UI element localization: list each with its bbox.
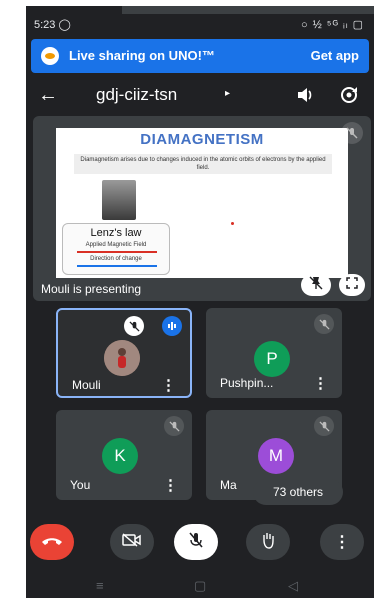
avatar: P [254, 341, 290, 377]
participant-tile[interactable]: Mouli ⋮ [56, 308, 192, 398]
direction-label: Direction of change [90, 256, 142, 262]
slide-title: DIAMAGNETISM [140, 131, 264, 148]
participant-name: Pushpin... [220, 376, 274, 390]
lenz-law-title: Lenz's law [90, 227, 142, 239]
caret-right-icon[interactable]: ▸ [225, 88, 230, 99]
live-sharing-banner[interactable]: Live sharing on UNO!™ Get app [31, 39, 369, 73]
more-options-button[interactable]: ⋮ [320, 524, 364, 560]
applied-field-arrow [77, 251, 157, 253]
pin-off-icon [309, 276, 323, 295]
banner-text: Live sharing on UNO!™ [69, 48, 215, 63]
camera-off-icon [122, 532, 142, 552]
more-options-icon[interactable]: ⋮ [313, 374, 328, 392]
presentation-stage[interactable]: DIAMAGNETISM Diamagnetism arises due to … [33, 116, 371, 301]
mic-off-icon [341, 122, 363, 144]
phone-screen: 5:23 ◯ ○ ½ ⁵ᴳ ᵢₗ ▢ Live sharing on UNO!™… [26, 6, 374, 598]
whatsapp-icon: ◯ [58, 19, 71, 31]
home-icon[interactable]: ▢ [194, 578, 206, 594]
participant-name: Ma [220, 478, 237, 492]
meeting-header: ← gdj-ciiz-tsn ▸ [26, 76, 374, 116]
pointer-dot [231, 222, 234, 225]
mic-off-icon [314, 314, 334, 334]
status-time: 5:23 ◯ [34, 19, 71, 31]
mic-off-icon [164, 416, 184, 436]
meeting-code[interactable]: gdj-ciiz-tsn [96, 85, 177, 105]
fullscreen-button[interactable] [339, 274, 365, 296]
others-count-chip[interactable]: 73 others [253, 479, 343, 505]
unpin-button[interactable] [301, 274, 331, 296]
direction-arrow [77, 265, 157, 267]
avatar: K [102, 438, 138, 474]
get-app-button[interactable]: Get app [311, 48, 359, 63]
participant-tile[interactable]: P Pushpin... ⋮ [206, 308, 342, 398]
speaking-indicator-icon [162, 316, 182, 336]
back-arrow-icon[interactable]: ← [38, 84, 58, 107]
speaker-icon[interactable] [296, 87, 314, 108]
avatar: M [258, 438, 294, 474]
uno-logo-icon [41, 47, 59, 65]
presenting-label: Mouli is presenting [41, 282, 142, 296]
shared-slide: DIAMAGNETISM Diamagnetism arises due to … [56, 128, 348, 278]
more-options-icon[interactable]: ⋮ [161, 376, 176, 394]
lenz-portrait-image [102, 180, 136, 220]
raise-hand-icon [260, 531, 276, 554]
back-icon[interactable]: ◁ [288, 578, 298, 594]
mic-off-icon [314, 416, 334, 436]
end-call-button[interactable] [30, 524, 74, 560]
switch-camera-icon[interactable] [338, 84, 360, 111]
avatar [104, 340, 140, 376]
more-options-icon[interactable]: ⋮ [163, 476, 178, 494]
participant-name: You [70, 478, 91, 492]
android-nav-bar: ≡ ▢ ◁ [26, 574, 374, 598]
participant-name: Mouli [72, 378, 101, 392]
recents-icon[interactable]: ≡ [96, 578, 104, 593]
camera-toggle-button[interactable] [110, 524, 154, 560]
raise-hand-button[interactable] [246, 524, 290, 560]
fullscreen-icon [346, 276, 358, 294]
lenz-law-box: Lenz's law Applied Magnetic Field Direct… [62, 223, 170, 275]
participant-tile[interactable]: K You ⋮ [56, 410, 192, 500]
slide-description: Diamagnetism arises due to changes induc… [74, 154, 332, 174]
status-icons: ○ ½ ⁵ᴳ ᵢₗ ▢ [300, 19, 364, 31]
hang-up-icon [41, 533, 63, 551]
call-controls: ⋮ [26, 520, 374, 564]
mic-off-icon [124, 316, 144, 336]
status-bar: 5:23 ◯ ○ ½ ⁵ᴳ ᵢₗ ▢ [26, 16, 374, 34]
microphone-toggle-button[interactable] [174, 524, 218, 560]
top-shade [122, 6, 374, 14]
applied-field-label: Applied Magnetic Field [85, 242, 147, 248]
mic-off-icon [189, 531, 203, 553]
